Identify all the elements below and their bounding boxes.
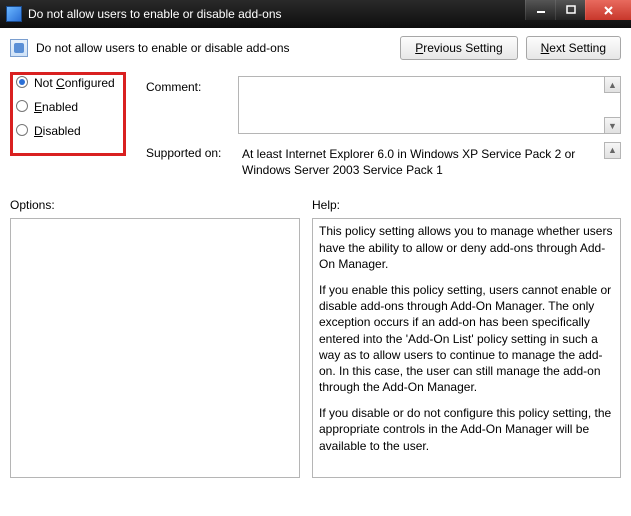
previous-setting-button[interactable]: Previous Setting <box>400 36 517 60</box>
comment-label: Comment: <box>146 76 238 94</box>
radio-label-disabled[interactable]: Disabled <box>34 124 81 138</box>
options-panel[interactable] <box>10 218 300 478</box>
policy-icon <box>10 39 28 57</box>
state-radio-group: Not Configured Enabled Disabled <box>10 74 136 140</box>
close-button[interactable] <box>585 0 631 20</box>
supported-on-label: Supported on: <box>146 142 238 160</box>
prev-label-rest: revious Setting <box>423 41 502 55</box>
radio-label-not-configured[interactable]: Not Configured <box>34 76 115 90</box>
maximize-button[interactable] <box>555 0 585 20</box>
help-panel[interactable]: This policy setting allows you to manage… <box>312 218 621 478</box>
radio-not-configured[interactable] <box>16 76 28 88</box>
help-paragraph: If you disable or do not configure this … <box>319 405 614 454</box>
minimize-button[interactable] <box>525 0 555 20</box>
next-setting-button[interactable]: Next Setting <box>526 36 621 60</box>
help-paragraph: If you enable this policy setting, users… <box>319 282 614 395</box>
radio-disabled[interactable] <box>16 124 28 136</box>
help-label: Help: <box>312 198 621 212</box>
radio-enabled[interactable] <box>16 100 28 112</box>
scroll-down-icon[interactable]: ▼ <box>604 117 621 134</box>
scroll-up-icon[interactable]: ▲ <box>604 142 621 159</box>
supported-on-text: At least Internet Explorer 6.0 in Window… <box>242 147 575 177</box>
app-icon <box>6 6 22 22</box>
titlebar: Do not allow users to enable or disable … <box>0 0 631 28</box>
window-title: Do not allow users to enable or disable … <box>28 7 282 21</box>
options-label: Options: <box>10 198 300 212</box>
help-paragraph: This policy setting allows you to manage… <box>319 223 614 272</box>
window-controls <box>525 0 631 20</box>
scroll-up-icon[interactable]: ▲ <box>604 76 621 93</box>
page-title: Do not allow users to enable or disable … <box>36 41 290 55</box>
comment-textarea[interactable] <box>238 76 621 134</box>
next-label-rest: ext Setting <box>549 41 606 55</box>
radio-label-enabled[interactable]: Enabled <box>34 100 78 114</box>
